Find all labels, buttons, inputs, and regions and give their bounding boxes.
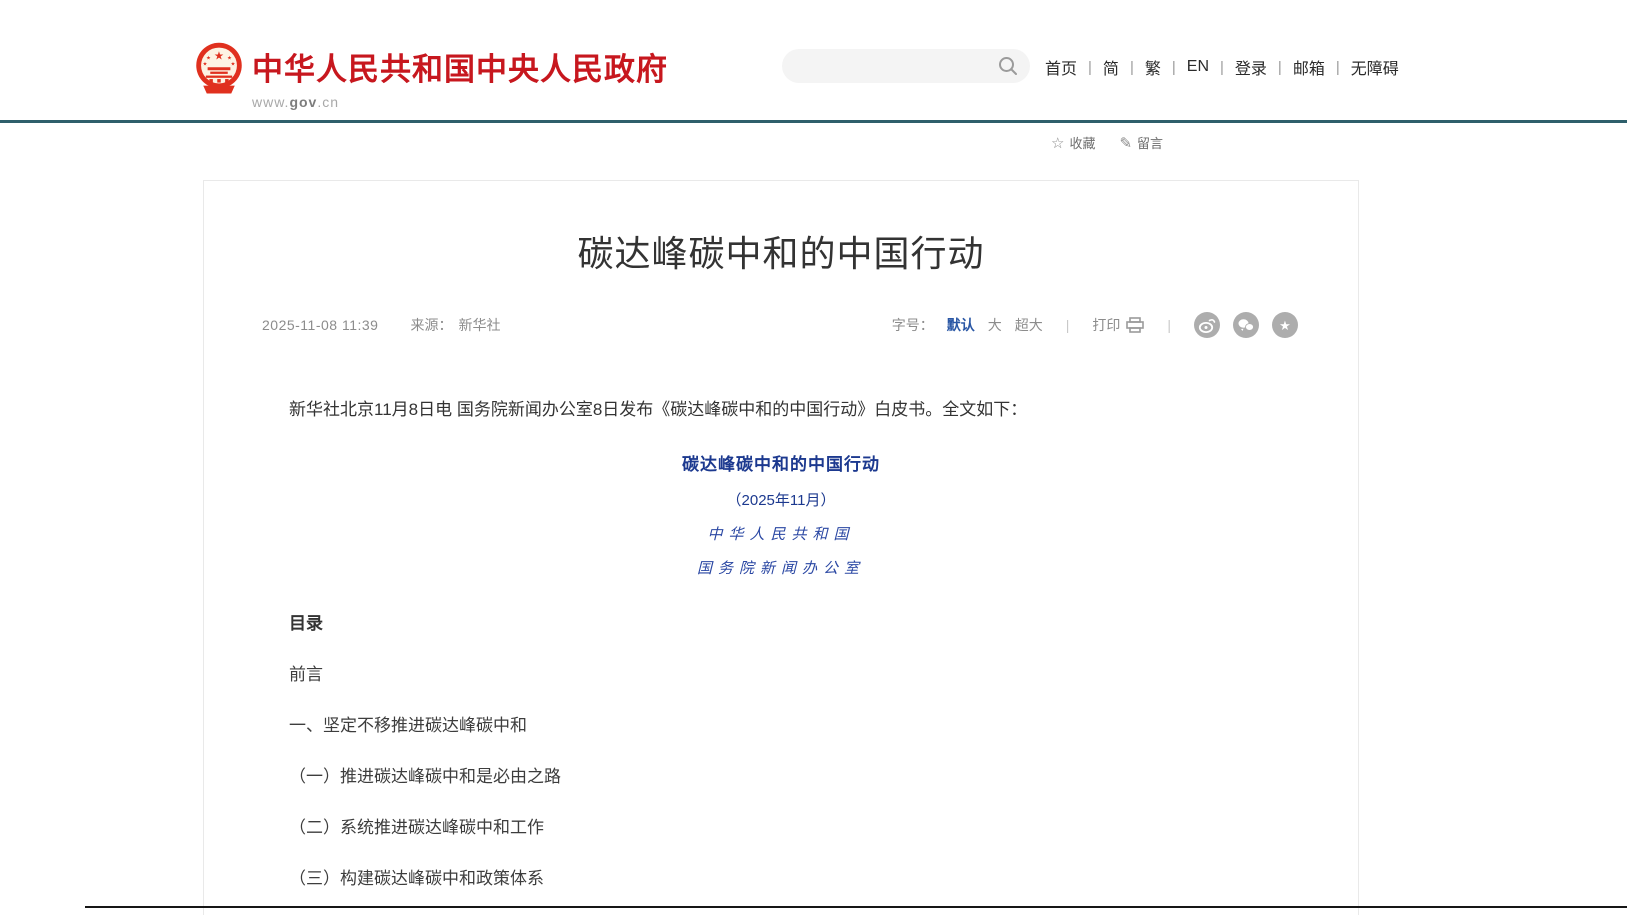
toc-heading: 目录 bbox=[289, 609, 1273, 634]
doc-org-line1: 中华人民共和国 bbox=[204, 523, 1358, 544]
meta-separator: | bbox=[1167, 317, 1171, 333]
toc-item-preface: 前言 bbox=[289, 660, 1273, 685]
nav-accessibility[interactable]: 无障碍 bbox=[1351, 55, 1399, 79]
source-value: 新华社 bbox=[458, 315, 500, 335]
search-input[interactable] bbox=[782, 49, 1030, 83]
nav-traditional[interactable]: 繁 bbox=[1145, 55, 1161, 79]
printer-icon bbox=[1126, 317, 1144, 333]
nav-english[interactable]: EN bbox=[1187, 58, 1209, 76]
brand-block: 中华人民共和国中央人民政府 www.gov.cn bbox=[252, 44, 668, 110]
publish-date: 2025-11-08 11:39 bbox=[262, 317, 378, 333]
nav-simplified[interactable]: 简 bbox=[1103, 55, 1119, 79]
site-header: ★ ★ ★ ★ ★ 中华人民共和国中央人民政府 www.gov.cn 首页 | 简… bbox=[0, 0, 1627, 120]
nav-separator: | bbox=[1278, 59, 1282, 76]
font-size-xlarge[interactable]: 超大 bbox=[1015, 315, 1043, 335]
bottom-edge-line bbox=[85, 906, 1627, 908]
svg-text:★: ★ bbox=[214, 50, 224, 62]
font-size-label: 字号： bbox=[892, 315, 934, 335]
nav-separator: | bbox=[1220, 59, 1224, 76]
svg-text:★: ★ bbox=[227, 55, 232, 61]
article-title: 碳达峰碳中和的中国行动 bbox=[204, 225, 1358, 277]
font-size-large[interactable]: 大 bbox=[988, 315, 1002, 335]
site-url-core: gov bbox=[289, 94, 317, 110]
site-url-prefix: www. bbox=[252, 94, 289, 110]
print-label: 打印 bbox=[1092, 315, 1120, 335]
national-emblem-logo[interactable]: ★ ★ ★ ★ ★ bbox=[191, 40, 247, 98]
weibo-share-icon[interactable] bbox=[1194, 312, 1220, 338]
source-label: 来源： bbox=[410, 315, 452, 335]
favorite-button[interactable]: ☆ 收藏 bbox=[1051, 133, 1095, 152]
doc-org-line2: 国务院新闻办公室 bbox=[204, 557, 1358, 578]
top-nav: 首页 | 简 | 繁 | EN | 登录 | 邮箱 | 无障碍 bbox=[1045, 55, 1399, 79]
pencil-icon: ✎ bbox=[1119, 134, 1132, 152]
svg-text:★: ★ bbox=[231, 62, 236, 68]
search-box bbox=[782, 49, 1030, 83]
font-size-default[interactable]: 默认 bbox=[947, 315, 975, 335]
meta-separator: | bbox=[1066, 317, 1070, 333]
site-url: www.gov.cn bbox=[252, 94, 668, 110]
print-button[interactable]: 打印 bbox=[1092, 315, 1144, 335]
nav-separator: | bbox=[1088, 59, 1092, 76]
doc-date: （2025年11月） bbox=[204, 489, 1358, 510]
nav-mail[interactable]: 邮箱 bbox=[1293, 55, 1325, 79]
svg-text:★: ★ bbox=[206, 55, 211, 61]
search-icon[interactable] bbox=[997, 55, 1019, 77]
site-title[interactable]: 中华人民共和国中央人民政府 bbox=[252, 44, 668, 89]
nav-separator: | bbox=[1336, 59, 1340, 76]
svg-text:★: ★ bbox=[203, 62, 208, 68]
wechat-share-icon[interactable] bbox=[1233, 312, 1259, 338]
favorite-label: 收藏 bbox=[1069, 133, 1095, 152]
site-url-suffix: .cn bbox=[317, 94, 339, 110]
article-panel: 碳达峰碳中和的中国行动 2025-11-08 11:39 来源： 新华社 字号：… bbox=[203, 180, 1359, 915]
toc-item-1-2: （二）系统推进碳达峰碳中和工作 bbox=[289, 813, 1273, 838]
header-divider bbox=[0, 120, 1627, 123]
toc-item-1-3: （三）构建碳达峰碳中和政策体系 bbox=[289, 864, 1273, 889]
nav-separator: | bbox=[1130, 59, 1134, 76]
message-label: 留言 bbox=[1137, 133, 1163, 152]
quick-actions: ☆ 收藏 ✎ 留言 bbox=[1051, 133, 1163, 152]
doc-title: 碳达峰碳中和的中国行动 bbox=[204, 450, 1358, 475]
meta-right: 字号： 默认 大 超大 | 打印 | bbox=[892, 312, 1298, 338]
meta-left: 2025-11-08 11:39 来源： 新华社 bbox=[262, 315, 500, 335]
more-share-icon[interactable]: ★ bbox=[1272, 312, 1298, 338]
lead-paragraph: 新华社北京11月8日电 国务院新闻办公室8日发布《碳达峰碳中和的中国行动》白皮书… bbox=[289, 396, 1273, 423]
nav-login[interactable]: 登录 bbox=[1235, 55, 1267, 79]
message-button[interactable]: ✎ 留言 bbox=[1119, 133, 1163, 152]
star-icon: ☆ bbox=[1051, 134, 1064, 152]
nav-home[interactable]: 首页 bbox=[1045, 55, 1077, 79]
svg-text:★: ★ bbox=[1279, 318, 1291, 333]
toc-item-1: 一、坚定不移推进碳达峰碳中和 bbox=[289, 711, 1273, 736]
nav-separator: | bbox=[1172, 59, 1176, 76]
toc-item-1-1: （一）推进碳达峰碳中和是必由之路 bbox=[289, 762, 1273, 787]
article-meta: 2025-11-08 11:39 来源： 新华社 字号： 默认 大 超大 | 打… bbox=[262, 312, 1298, 338]
